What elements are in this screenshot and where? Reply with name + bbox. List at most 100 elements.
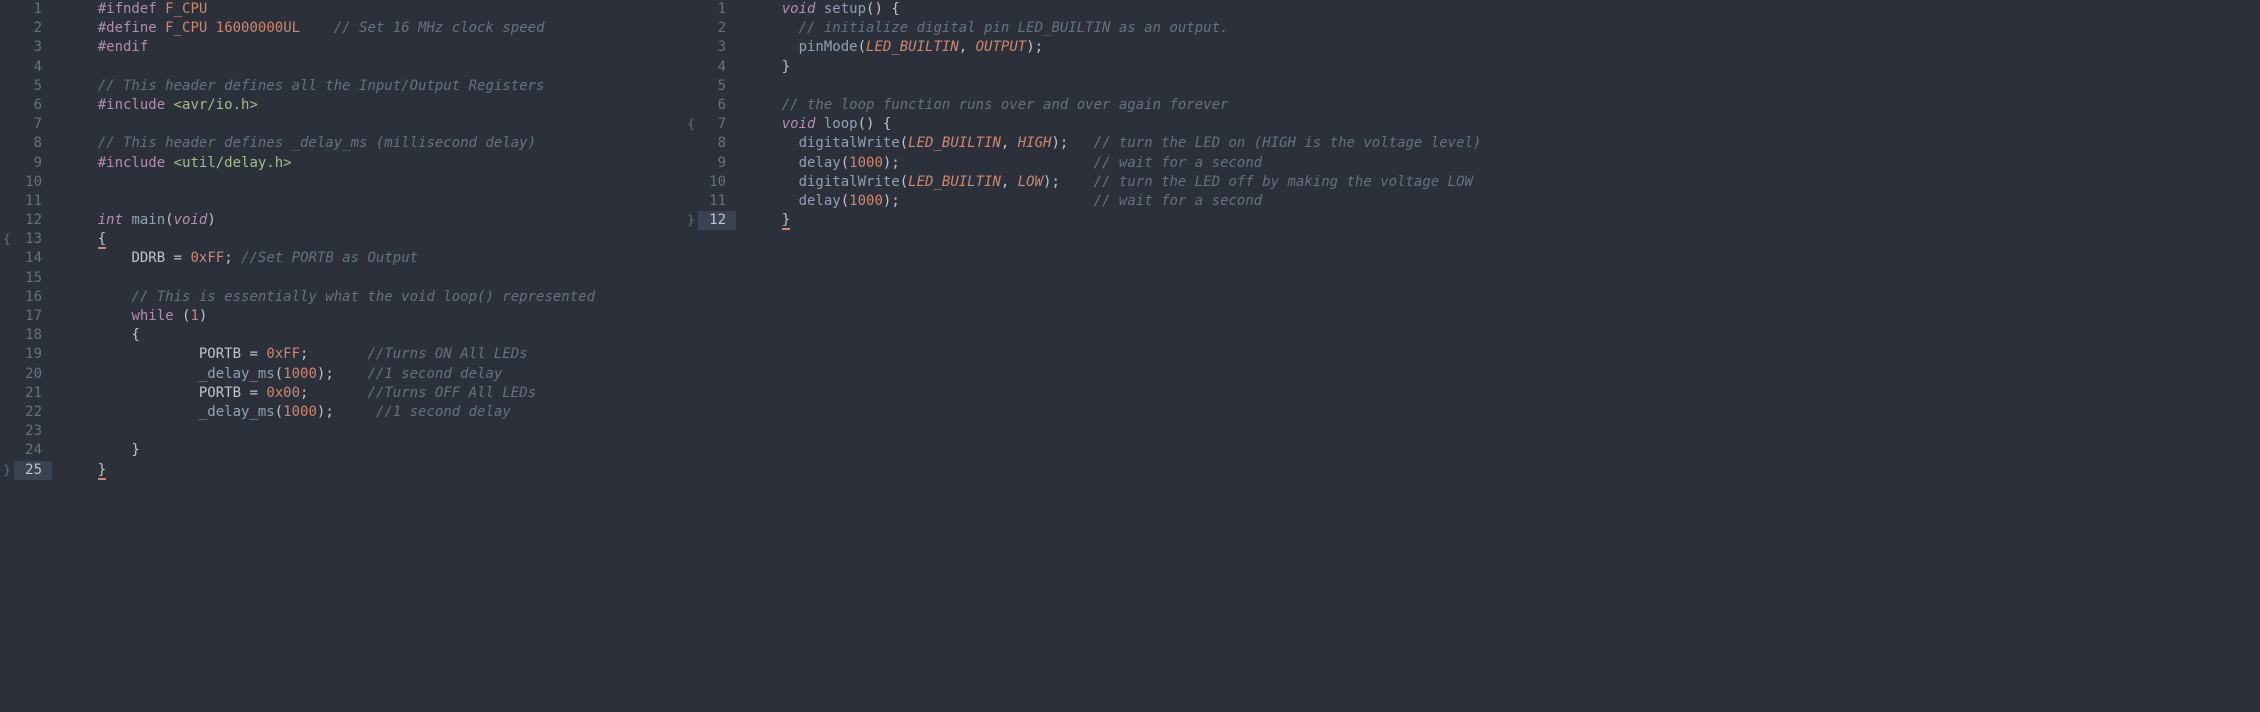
code-line[interactable]: 12 int main(void) bbox=[0, 211, 684, 230]
code-line[interactable]: 5 bbox=[684, 77, 2260, 96]
line-number[interactable]: 11 bbox=[14, 192, 52, 211]
code-content[interactable]: PORTB = 0xFF; //Turns ON All LEDs bbox=[52, 345, 528, 364]
line-number[interactable]: 3 bbox=[698, 38, 736, 57]
line-number[interactable]: 12 bbox=[14, 211, 52, 230]
code-line[interactable]: 22 _delay_ms(1000); //1 second delay bbox=[0, 403, 684, 422]
code-content[interactable]: digitalWrite(LED_BUILTIN, LOW); // turn … bbox=[736, 173, 1473, 192]
code-line[interactable]: 16 // This is essentially what the void … bbox=[0, 288, 684, 307]
code-line[interactable]: 3 pinMode(LED_BUILTIN, OUTPUT); bbox=[684, 38, 2260, 57]
line-number[interactable]: 23 bbox=[14, 422, 52, 441]
code-line[interactable]: 19 PORTB = 0xFF; //Turns ON All LEDs bbox=[0, 345, 684, 364]
code-line[interactable]: 6 // the loop function runs over and ove… bbox=[684, 96, 2260, 115]
code-line[interactable]: 11 bbox=[0, 192, 684, 211]
code-line[interactable]: 15 bbox=[0, 269, 684, 288]
code-content[interactable] bbox=[736, 77, 748, 96]
line-number[interactable]: 11 bbox=[698, 192, 736, 211]
code-content[interactable]: #endif bbox=[52, 38, 148, 57]
line-number[interactable]: 16 bbox=[14, 288, 52, 307]
code-line[interactable]: 9 #include <util/delay.h> bbox=[0, 154, 684, 173]
code-content[interactable]: int main(void) bbox=[52, 211, 216, 230]
code-line[interactable]: 21 PORTB = 0x00; //Turns OFF All LEDs bbox=[0, 384, 684, 403]
code-line[interactable]: 17 while (1) bbox=[0, 307, 684, 326]
line-number[interactable]: 2 bbox=[698, 19, 736, 38]
code-line[interactable]: 8 // This header defines _delay_ms (mill… bbox=[0, 134, 684, 153]
editor-pane-right[interactable]: 1 void setup() {2 // initialize digital … bbox=[684, 0, 2260, 712]
code-content[interactable]: } bbox=[736, 58, 790, 77]
code-content[interactable]: #include <util/delay.h> bbox=[52, 154, 292, 173]
line-number[interactable]: 2 bbox=[14, 19, 52, 38]
line-number[interactable]: 15 bbox=[14, 269, 52, 288]
code-line[interactable]: 4 } bbox=[684, 58, 2260, 77]
line-number[interactable]: 4 bbox=[698, 58, 736, 77]
code-content[interactable]: // This is essentially what the void loo… bbox=[52, 288, 595, 307]
code-line[interactable]: 6 #include <avr/io.h> bbox=[0, 96, 684, 115]
line-number[interactable]: 25 bbox=[14, 461, 52, 480]
code-content[interactable] bbox=[52, 58, 64, 77]
code-content[interactable]: delay(1000); // wait for a second bbox=[736, 154, 1262, 173]
code-content[interactable]: PORTB = 0x00; //Turns OFF All LEDs bbox=[52, 384, 536, 403]
line-number[interactable]: 1 bbox=[14, 0, 52, 19]
code-line[interactable]: {13 { bbox=[0, 230, 684, 249]
code-content[interactable]: } bbox=[52, 441, 140, 460]
code-line[interactable]: {7 void loop() { bbox=[684, 115, 2260, 134]
code-content[interactable]: delay(1000); // wait for a second bbox=[736, 192, 1262, 211]
line-number[interactable]: 21 bbox=[14, 384, 52, 403]
code-line[interactable]: 18 { bbox=[0, 326, 684, 345]
code-line[interactable]: 1 #ifndef F_CPU bbox=[0, 0, 684, 19]
code-content[interactable]: } bbox=[52, 461, 106, 480]
line-number[interactable]: 9 bbox=[698, 154, 736, 173]
code-content[interactable]: // This header defines _delay_ms (millis… bbox=[52, 134, 536, 153]
line-number[interactable]: 24 bbox=[14, 441, 52, 460]
code-content[interactable]: // initialize digital pin LED_BUILTIN as… bbox=[736, 19, 1228, 38]
code-line[interactable]: }25 } bbox=[0, 461, 684, 480]
code-content[interactable] bbox=[52, 192, 64, 211]
line-number[interactable]: 3 bbox=[14, 38, 52, 57]
code-line[interactable]: 23 bbox=[0, 422, 684, 441]
line-number[interactable]: 13 bbox=[14, 230, 52, 249]
line-number[interactable]: 7 bbox=[698, 115, 736, 134]
line-number[interactable]: 18 bbox=[14, 326, 52, 345]
code-line[interactable]: 20 _delay_ms(1000); //1 second delay bbox=[0, 365, 684, 384]
code-content[interactable]: pinMode(LED_BUILTIN, OUTPUT); bbox=[736, 38, 1043, 57]
line-number[interactable]: 12 bbox=[698, 211, 736, 230]
code-line[interactable]: 2 #define F_CPU 16000000UL // Set 16 MHz… bbox=[0, 19, 684, 38]
code-content[interactable]: void setup() { bbox=[736, 0, 900, 19]
code-content[interactable]: // This header defines all the Input/Out… bbox=[52, 77, 544, 96]
code-content[interactable]: } bbox=[736, 211, 790, 230]
line-number[interactable]: 9 bbox=[14, 154, 52, 173]
line-number[interactable]: 22 bbox=[14, 403, 52, 422]
code-line[interactable]: 10 bbox=[0, 173, 684, 192]
code-line[interactable]: 7 bbox=[0, 115, 684, 134]
fold-marker[interactable]: { bbox=[0, 230, 14, 249]
code-line[interactable]: 10 digitalWrite(LED_BUILTIN, LOW); // tu… bbox=[684, 173, 2260, 192]
line-number[interactable]: 19 bbox=[14, 345, 52, 364]
code-content[interactable]: { bbox=[52, 326, 140, 345]
code-line[interactable]: 8 digitalWrite(LED_BUILTIN, HIGH); // tu… bbox=[684, 134, 2260, 153]
code-content[interactable]: // the loop function runs over and over … bbox=[736, 96, 1228, 115]
code-line[interactable]: 11 delay(1000); // wait for a second bbox=[684, 192, 2260, 211]
fold-marker[interactable]: } bbox=[684, 211, 698, 230]
code-content[interactable] bbox=[52, 173, 64, 192]
line-number[interactable]: 10 bbox=[14, 173, 52, 192]
code-content[interactable]: #define F_CPU 16000000UL // Set 16 MHz c… bbox=[52, 19, 545, 38]
code-line[interactable]: 1 void setup() { bbox=[684, 0, 2260, 19]
code-content[interactable]: DDRB = 0xFF; //Set PORTB as Output bbox=[52, 249, 418, 268]
line-number[interactable]: 4 bbox=[14, 58, 52, 77]
line-number[interactable]: 20 bbox=[14, 365, 52, 384]
line-number[interactable]: 1 bbox=[698, 0, 736, 19]
code-line[interactable]: }12 } bbox=[684, 211, 2260, 230]
line-number[interactable]: 8 bbox=[14, 134, 52, 153]
code-line[interactable]: 4 bbox=[0, 58, 684, 77]
code-content[interactable]: _delay_ms(1000); //1 second delay bbox=[52, 365, 502, 384]
code-line[interactable]: 2 // initialize digital pin LED_BUILTIN … bbox=[684, 19, 2260, 38]
line-number[interactable]: 6 bbox=[698, 96, 736, 115]
line-number[interactable]: 5 bbox=[14, 77, 52, 96]
editor-pane-left[interactable]: 1 #ifndef F_CPU2 #define F_CPU 16000000U… bbox=[0, 0, 684, 712]
line-number[interactable]: 7 bbox=[14, 115, 52, 134]
code-content[interactable]: #ifndef F_CPU bbox=[52, 0, 207, 19]
line-number[interactable]: 10 bbox=[698, 173, 736, 192]
line-number[interactable]: 6 bbox=[14, 96, 52, 115]
code-content[interactable]: while (1) bbox=[52, 307, 207, 326]
code-content[interactable]: digitalWrite(LED_BUILTIN, HIGH); // turn… bbox=[736, 134, 1481, 153]
line-number[interactable]: 17 bbox=[14, 307, 52, 326]
